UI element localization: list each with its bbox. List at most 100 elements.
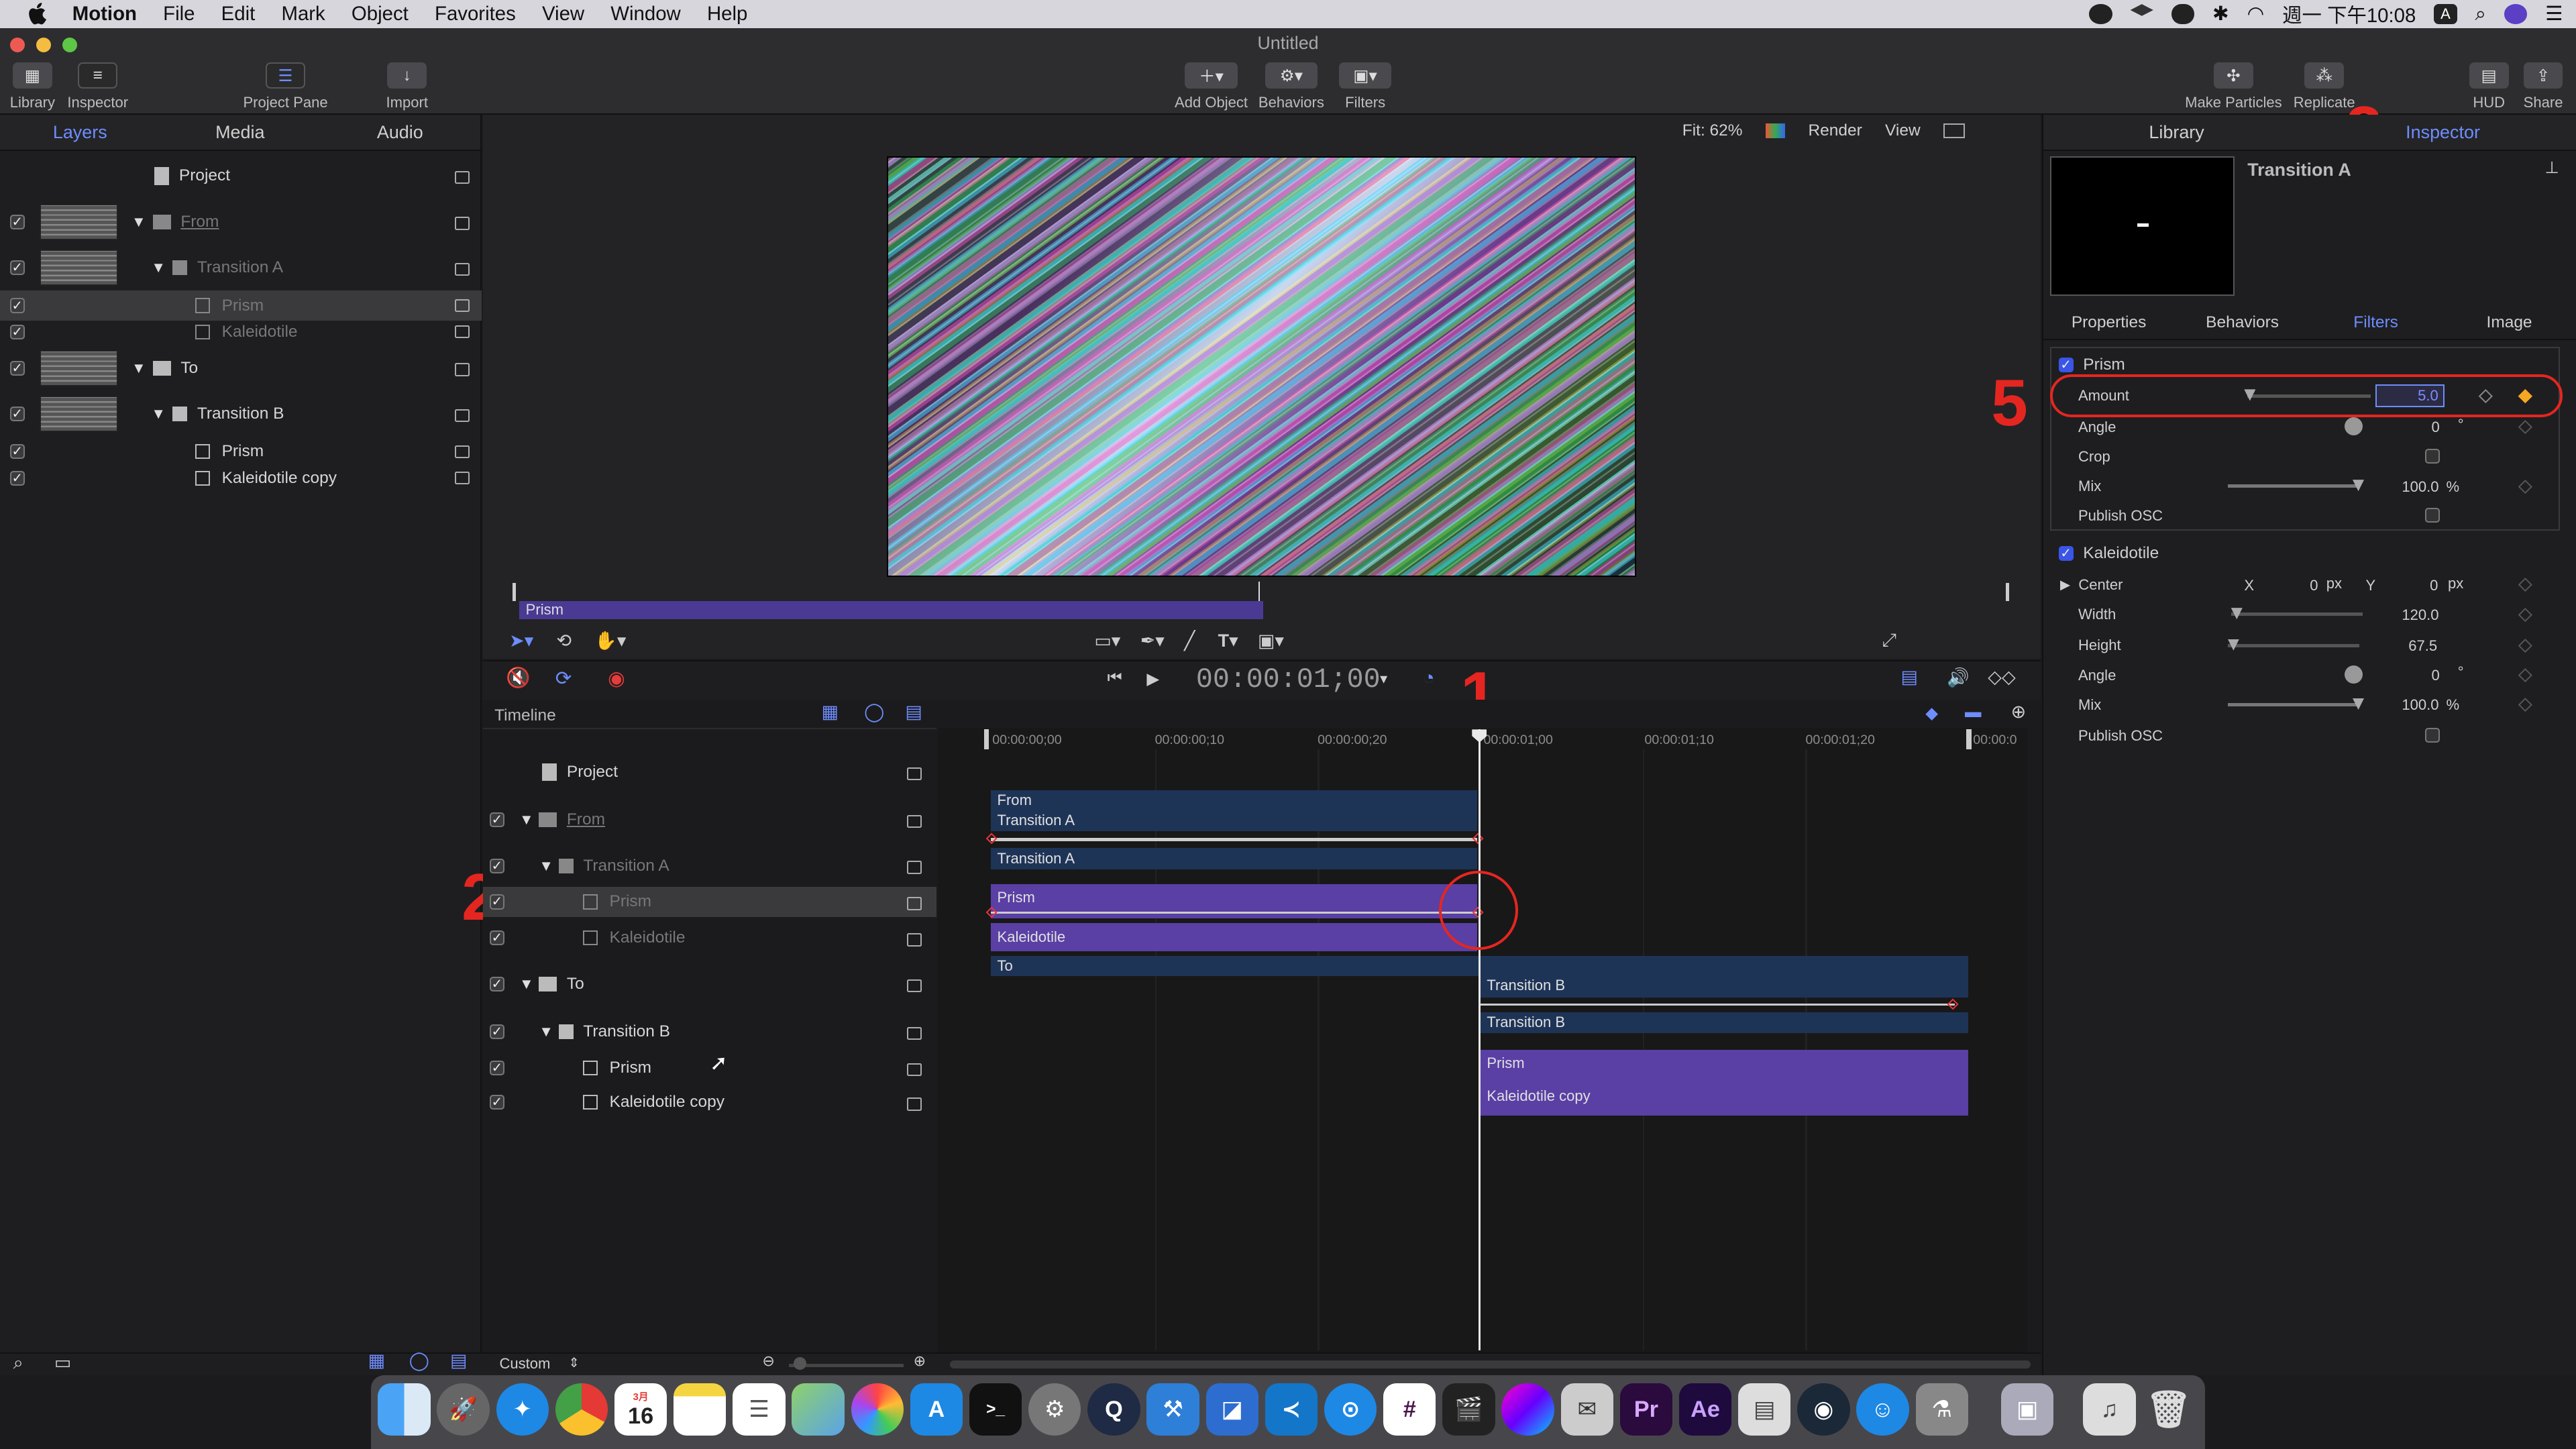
layer-row-prism-b[interactable]: ✓ Prism [0, 437, 482, 466]
show-behaviors-icon[interactable]: ◯ [864, 702, 884, 722]
tab-library[interactable]: Library [2043, 122, 2310, 143]
layer-checkbox[interactable]: ✓ [489, 894, 504, 910]
timecode-menu-icon[interactable]: ▾ [1380, 670, 1387, 688]
lock-icon[interactable] [455, 445, 470, 459]
lock-icon[interactable] [455, 170, 470, 184]
center-x-value[interactable]: 0 [2310, 577, 2318, 594]
footer-behaviors-icon[interactable]: ◯ [409, 1350, 429, 1371]
layer-checkbox[interactable]: ✓ [9, 360, 25, 376]
lock-icon[interactable] [906, 1097, 922, 1111]
layer-row-kaleidotile-copy[interactable]: ✓ Kaleidotile copy [0, 464, 482, 493]
menu-edit[interactable]: Edit [221, 3, 256, 25]
kaleidotile-header[interactable]: ✓ Kaleidotile [2050, 539, 2559, 568]
panel-toggle-icon[interactable]: ▭ [54, 1352, 71, 1373]
keyframe-nav-icon[interactable]: ◆ [1925, 703, 1938, 723]
lock-icon[interactable] [455, 299, 470, 313]
angle-value[interactable]: 0 [2432, 419, 2440, 436]
show-filters-icon[interactable]: ▤ [905, 702, 922, 722]
safari-icon[interactable]: ✦ [496, 1383, 549, 1436]
layer-checkbox[interactable]: ✓ [489, 976, 504, 991]
lock-icon[interactable] [455, 363, 470, 376]
layer-checkbox[interactable]: ✓ [489, 1060, 504, 1075]
publish-osc-checkbox[interactable] [2424, 727, 2440, 743]
orbit-tool-icon[interactable]: ⟲ [557, 631, 572, 651]
keyframe-icon[interactable] [2518, 420, 2532, 435]
premiere-icon[interactable]: Pr [1619, 1383, 1673, 1436]
playhead-marker[interactable] [1258, 581, 1260, 602]
timeline-row-transition-b[interactable]: ✓ ▼ Transition B [489, 1017, 936, 1046]
zoom-out-icon[interactable]: ⊖ [762, 1352, 774, 1370]
keyframe-editor-icon[interactable]: ◇◇ [1988, 667, 2015, 688]
motion-icon[interactable] [1501, 1383, 1554, 1436]
slack-icon[interactable]: # [1383, 1383, 1436, 1436]
final-cut-icon[interactable]: 🎬 [1442, 1383, 1495, 1436]
layer-row-to[interactable]: ✓ ▼ To [0, 350, 482, 386]
layer-row-kaleidotile[interactable]: ✓ Kaleidotile [0, 317, 482, 347]
layer-checkbox[interactable]: ✓ [9, 260, 25, 276]
clip-kaleidotile-copy[interactable]: Kaleidotile copy [1480, 1082, 1968, 1116]
mix-slider[interactable] [2227, 484, 2359, 488]
cloud-icon[interactable] [2171, 4, 2195, 24]
chrome-icon[interactable] [555, 1383, 608, 1436]
notes-icon[interactable] [674, 1383, 727, 1436]
mix-slider[interactable] [2227, 703, 2359, 707]
select-tool-icon[interactable]: ➤▾ [509, 631, 533, 651]
layer-checkbox[interactable]: ✓ [9, 470, 25, 486]
layer-checkbox[interactable]: ✓ [9, 444, 25, 460]
layer-checkbox[interactable]: ✓ [9, 407, 25, 422]
lock-icon[interactable] [906, 897, 922, 910]
timeline-in-marker[interactable] [983, 729, 989, 749]
clip-transition-a-group[interactable]: Transition A [990, 810, 1477, 832]
clip-transition-b-group[interactable]: Transition B [1480, 974, 1968, 998]
height-value[interactable]: 67.5 [2408, 637, 2437, 655]
control-center-icon[interactable]: ☰ [2545, 2, 2563, 25]
pen-tool-icon[interactable]: ✒▾ [1140, 631, 1165, 651]
filters-button[interactable]: ▣▾ Filters [1338, 62, 1392, 111]
center-y-value[interactable]: 0 [2430, 577, 2438, 594]
disclosure-down-icon[interactable]: ▼ [519, 811, 535, 828]
lock-icon[interactable] [455, 217, 470, 230]
tab-media[interactable]: Media [160, 122, 321, 143]
speed-icon[interactable]: ◔ [1423, 667, 1435, 690]
color-channel-icon[interactable] [1765, 123, 1786, 139]
menu-app-name[interactable]: Motion [72, 3, 137, 25]
music-folder-icon[interactable]: ♫ [2083, 1383, 2136, 1436]
zoom-preset-select[interactable]: Custom [499, 1355, 550, 1373]
share-button[interactable]: ⇪ Share [2524, 62, 2563, 111]
kaleidotile-enable-checkbox[interactable]: ✓ [2058, 546, 2074, 561]
view-menu[interactable]: View [1885, 121, 1921, 140]
disclosure-down-icon[interactable]: ▼ [539, 857, 555, 875]
layer-checkbox[interactable]: ✓ [9, 324, 25, 339]
crop-checkbox[interactable] [2424, 448, 2440, 464]
keyframe-icon[interactable] [2518, 607, 2532, 622]
layer-row-from[interactable]: ✓ ▼ From [0, 203, 482, 240]
render-menu[interactable]: Render [1808, 121, 1862, 140]
zoom-preset-arrow-icon[interactable]: ⇕ [568, 1355, 579, 1371]
utility-icon[interactable]: ⚗ [1915, 1383, 1968, 1436]
in-point-marker[interactable] [513, 583, 516, 602]
layer-checkbox[interactable]: ✓ [489, 858, 504, 873]
width-slider[interactable] [2231, 612, 2363, 616]
project-pane-button[interactable]: ☰ Project Pane [243, 62, 328, 111]
calendar-icon[interactable]: 3月 16 [614, 1383, 667, 1436]
dropbox-icon[interactable] [2130, 4, 2153, 16]
layer-row-transition-a[interactable]: ✓ ▼ Transition A [0, 250, 482, 286]
text-tool-icon[interactable]: T▾ [1218, 631, 1238, 651]
accessibility-icon[interactable]: ☺ [1856, 1383, 1909, 1436]
app-store-icon[interactable]: A [910, 1383, 963, 1436]
wifi-icon[interactable]: ◠ [2247, 2, 2265, 25]
keyframe-icon[interactable] [2518, 578, 2532, 592]
layer-checkbox[interactable]: ✓ [9, 214, 25, 229]
preview-icon[interactable]: ✉ [1560, 1383, 1613, 1436]
record-icon[interactable]: ◉ [608, 667, 625, 690]
timeline-row-kaleidotile[interactable]: ✓ Kaleidotile [489, 923, 936, 953]
xcode-icon[interactable]: ⚒ [1146, 1383, 1199, 1436]
audio-volume-icon[interactable]: 🔊 [1947, 667, 1970, 688]
loop-icon[interactable]: ⟳ [555, 667, 572, 690]
disclosure-down-icon[interactable]: ▼ [519, 975, 535, 993]
lock-icon[interactable] [906, 861, 922, 874]
document-app-icon[interactable]: ▤ [1738, 1383, 1791, 1436]
layer-checkbox[interactable]: ✓ [489, 1024, 504, 1039]
search-icon[interactable]: ⌕ [13, 1352, 23, 1374]
lock-icon[interactable] [906, 933, 922, 947]
